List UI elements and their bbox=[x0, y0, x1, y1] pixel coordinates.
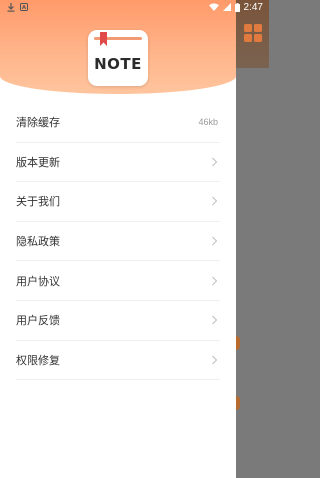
status-bar: A 2:47 bbox=[0, 0, 269, 14]
chevron-right-icon bbox=[212, 197, 218, 206]
navigation-drawer: NOTE 清除缓存 46kb 版本更新 关于我们 隐私政策 用户协议 用户反馈 … bbox=[0, 0, 236, 478]
download-icon bbox=[7, 2, 15, 12]
cache-size-value: 46kb bbox=[198, 117, 218, 128]
chevron-right-icon bbox=[212, 276, 218, 286]
menu-item-label: 用户反馈 bbox=[16, 315, 60, 328]
menu-item-label: 用户协议 bbox=[16, 275, 60, 288]
wifi-icon bbox=[208, 3, 219, 11]
battery-icon bbox=[234, 2, 240, 12]
notification-icon: A bbox=[20, 3, 28, 11]
menu-item-privacy-policy[interactable]: 隐私政策 bbox=[16, 222, 220, 262]
menu-item-label: 版本更新 bbox=[16, 156, 60, 169]
status-time: 2:47 bbox=[243, 1, 263, 13]
chevron-right-icon bbox=[212, 157, 218, 167]
app-logo: NOTE bbox=[88, 30, 148, 86]
svg-text:A: A bbox=[22, 5, 27, 11]
menu-item-permission-repair[interactable]: 权限修复 bbox=[16, 341, 220, 381]
menu-item-version-update[interactable]: 版本更新 bbox=[16, 143, 220, 183]
menu-item-label: 隐私政策 bbox=[16, 236, 60, 249]
cellular-icon bbox=[222, 3, 231, 11]
menu-item-clear-cache[interactable]: 清除缓存 46kb bbox=[16, 103, 220, 143]
logo-text: NOTE bbox=[94, 55, 142, 73]
menu-item-label: 权限修复 bbox=[16, 354, 60, 367]
menu-item-about-us[interactable]: 关于我们 bbox=[16, 182, 220, 222]
menu-item-user-agreement[interactable]: 用户协议 bbox=[16, 261, 220, 301]
grid-menu-icon bbox=[244, 24, 262, 42]
chevron-right-icon bbox=[212, 355, 218, 365]
bookmark-icon bbox=[100, 32, 107, 46]
chevron-right-icon bbox=[212, 236, 218, 246]
drawer-menu: 清除缓存 46kb 版本更新 关于我们 隐私政策 用户协议 用户反馈 权限修复 bbox=[0, 103, 236, 381]
menu-item-user-feedback[interactable]: 用户反馈 bbox=[16, 301, 220, 341]
menu-item-label: 关于我们 bbox=[16, 196, 60, 209]
chevron-right-icon bbox=[212, 315, 218, 325]
menu-item-label: 清除缓存 bbox=[16, 117, 60, 130]
